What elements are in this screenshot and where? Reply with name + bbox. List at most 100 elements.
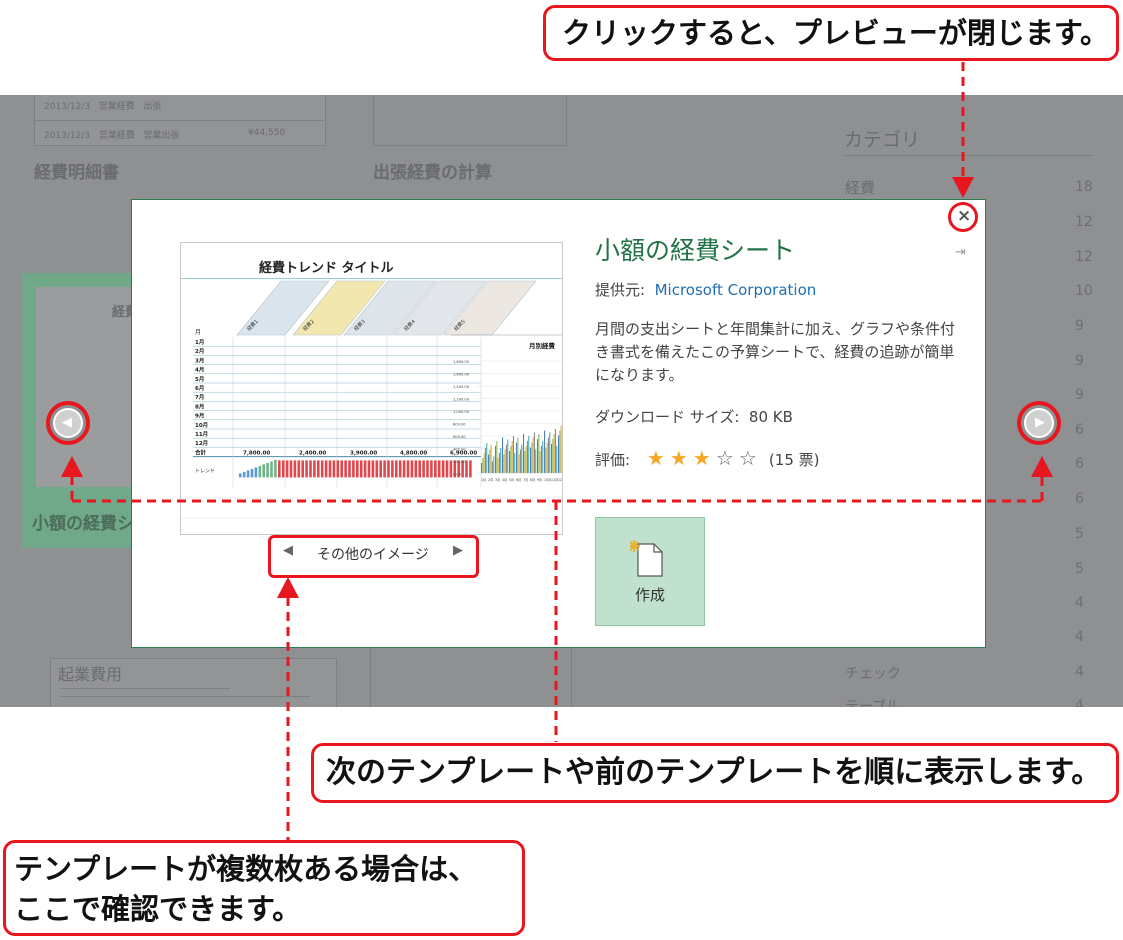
thumb-line <box>60 696 310 697</box>
trend-bar <box>410 460 414 478</box>
prev-circle: ◀ <box>53 408 83 438</box>
chart-bar <box>560 425 562 473</box>
trend-bar <box>250 468 254 478</box>
month-label: 10月 <box>195 421 208 429</box>
trend-bar <box>246 470 250 478</box>
download-size-value: 80 KB <box>748 408 793 426</box>
category-check[interactable]: チェック <box>845 663 901 683</box>
create-button[interactable]: 作成 <box>595 517 705 626</box>
chart-bar <box>509 451 511 473</box>
template-title-travel-expense[interactable]: 出張経費の計算 <box>373 158 492 183</box>
sheet-table: 経費1 経費2 経費3 経費4 経費5月1月2月3月4月5月6月7月8月9月10月11月… <box>181 280 562 519</box>
prev-template-button[interactable]: ◀ <box>46 401 90 445</box>
callout-more-images: テンプレートが複数枚ある場合は、 ここで確認できます。 <box>3 840 525 936</box>
trend-bar <box>371 460 375 478</box>
chart-y-tick: 1,800.00 <box>453 360 470 364</box>
chart-bar <box>546 442 548 473</box>
trend-bar <box>340 460 343 478</box>
trend-bar <box>445 460 449 478</box>
total-label: 合計 <box>195 448 207 456</box>
trend-bar <box>391 460 394 478</box>
month-label: 9月 <box>195 412 204 420</box>
thumb-row-1: 2013/12/3 営業経費 出張 <box>44 102 162 112</box>
trend-bar <box>414 460 418 478</box>
category-count: 18 <box>1075 179 1093 195</box>
chart-y-tick: 800.00 <box>453 423 466 427</box>
chart-bar <box>552 439 554 473</box>
chart-bar <box>516 442 518 473</box>
category-expense[interactable]: 経費 <box>845 177 875 198</box>
chart-x-tick: 5月 <box>509 478 514 482</box>
chart-bar <box>554 429 556 473</box>
chart-bar <box>486 443 488 473</box>
trend-bar <box>449 460 453 478</box>
trend-bar <box>356 460 359 478</box>
trend-bar <box>387 460 390 478</box>
next-image-arrow[interactable]: ▶ <box>453 543 463 558</box>
trend-bar <box>258 465 262 478</box>
chart-x-tick: 3月 <box>495 478 500 482</box>
thumb-row-2-amount: ¥44,550 <box>248 128 286 138</box>
prev-image-arrow[interactable]: ◀ <box>283 543 293 558</box>
chart-bar <box>498 453 500 473</box>
chart-x-tick: 6月 <box>516 478 521 482</box>
chart-bar <box>542 441 544 473</box>
trend-bar <box>317 460 320 478</box>
provider-label: 提供元: <box>595 281 646 299</box>
chart-bar <box>511 441 513 473</box>
category-divider <box>844 155 1094 156</box>
travel-expense-thumbnail[interactable] <box>373 95 567 146</box>
callout-navigation: 次のテンプレートや前のテンプレートを順に表示します。 <box>311 743 1119 803</box>
bottom-center-thumbnail[interactable] <box>370 646 572 707</box>
chart-bar <box>551 444 553 473</box>
chart-bar <box>483 453 485 473</box>
trend-bar <box>430 460 433 478</box>
chart-bar <box>526 441 528 473</box>
download-size-line: ダウンロード サイズ: 80 KB <box>595 406 793 427</box>
trend-bar <box>336 460 340 478</box>
thumb-line <box>60 688 230 689</box>
close-button[interactable]: × <box>948 202 978 232</box>
trend-bar <box>281 460 285 478</box>
month-label: 5月 <box>195 375 204 383</box>
chart-bar <box>484 448 486 473</box>
month-label: 2月 <box>195 347 204 355</box>
trend-bar <box>239 473 242 478</box>
chart-bar <box>559 430 561 473</box>
trend-bar <box>332 460 336 478</box>
star-empty-icon: ☆ <box>738 446 757 470</box>
chart-bar <box>518 454 520 473</box>
trend-bar <box>254 467 258 478</box>
template-title-expense-detail[interactable]: 経費明細書 <box>34 158 119 183</box>
chart-bar <box>481 463 483 473</box>
pin-icon[interactable]: ⇥ <box>955 245 966 260</box>
trend-bar <box>262 464 265 478</box>
chart-bar <box>490 444 492 473</box>
month-label: 1月 <box>195 338 204 346</box>
chart-x-tick: 9月 <box>537 478 542 482</box>
chart-bar <box>544 430 546 473</box>
callout-images-line2: ここで確認できます。 <box>14 892 302 926</box>
month-label: 8月 <box>195 402 204 410</box>
chart-bar <box>537 439 539 473</box>
provider-link[interactable]: Microsoft Corporation <box>655 281 817 299</box>
category-table[interactable]: テーブル <box>845 696 900 707</box>
trend-bar <box>352 460 355 478</box>
chart-x-tick: 12月 <box>558 478 562 482</box>
callout-images-line1: テンプレートが複数枚ある場合は、 <box>14 852 478 886</box>
chart-bar <box>533 432 535 473</box>
month-label: 11月 <box>195 430 208 438</box>
category-count: 12 <box>1075 249 1093 265</box>
prev-arrow-icon: ◀ <box>62 415 72 430</box>
trend-bar <box>465 460 468 478</box>
trend-bar <box>285 460 289 478</box>
total-value: 7,800.00 <box>243 450 270 456</box>
trend-bar <box>309 460 312 478</box>
chart-bar <box>507 439 509 473</box>
callout-close-text: クリックすると、プレビューが閉じます。 <box>562 16 1109 50</box>
template-title-startup-cost[interactable]: 起業費用 <box>58 661 122 685</box>
next-template-button[interactable]: ▶ <box>1017 401 1061 445</box>
star-filled-icon: ★ <box>669 446 688 470</box>
trend-bar <box>266 462 269 478</box>
category-count: 4 <box>1075 698 1084 707</box>
